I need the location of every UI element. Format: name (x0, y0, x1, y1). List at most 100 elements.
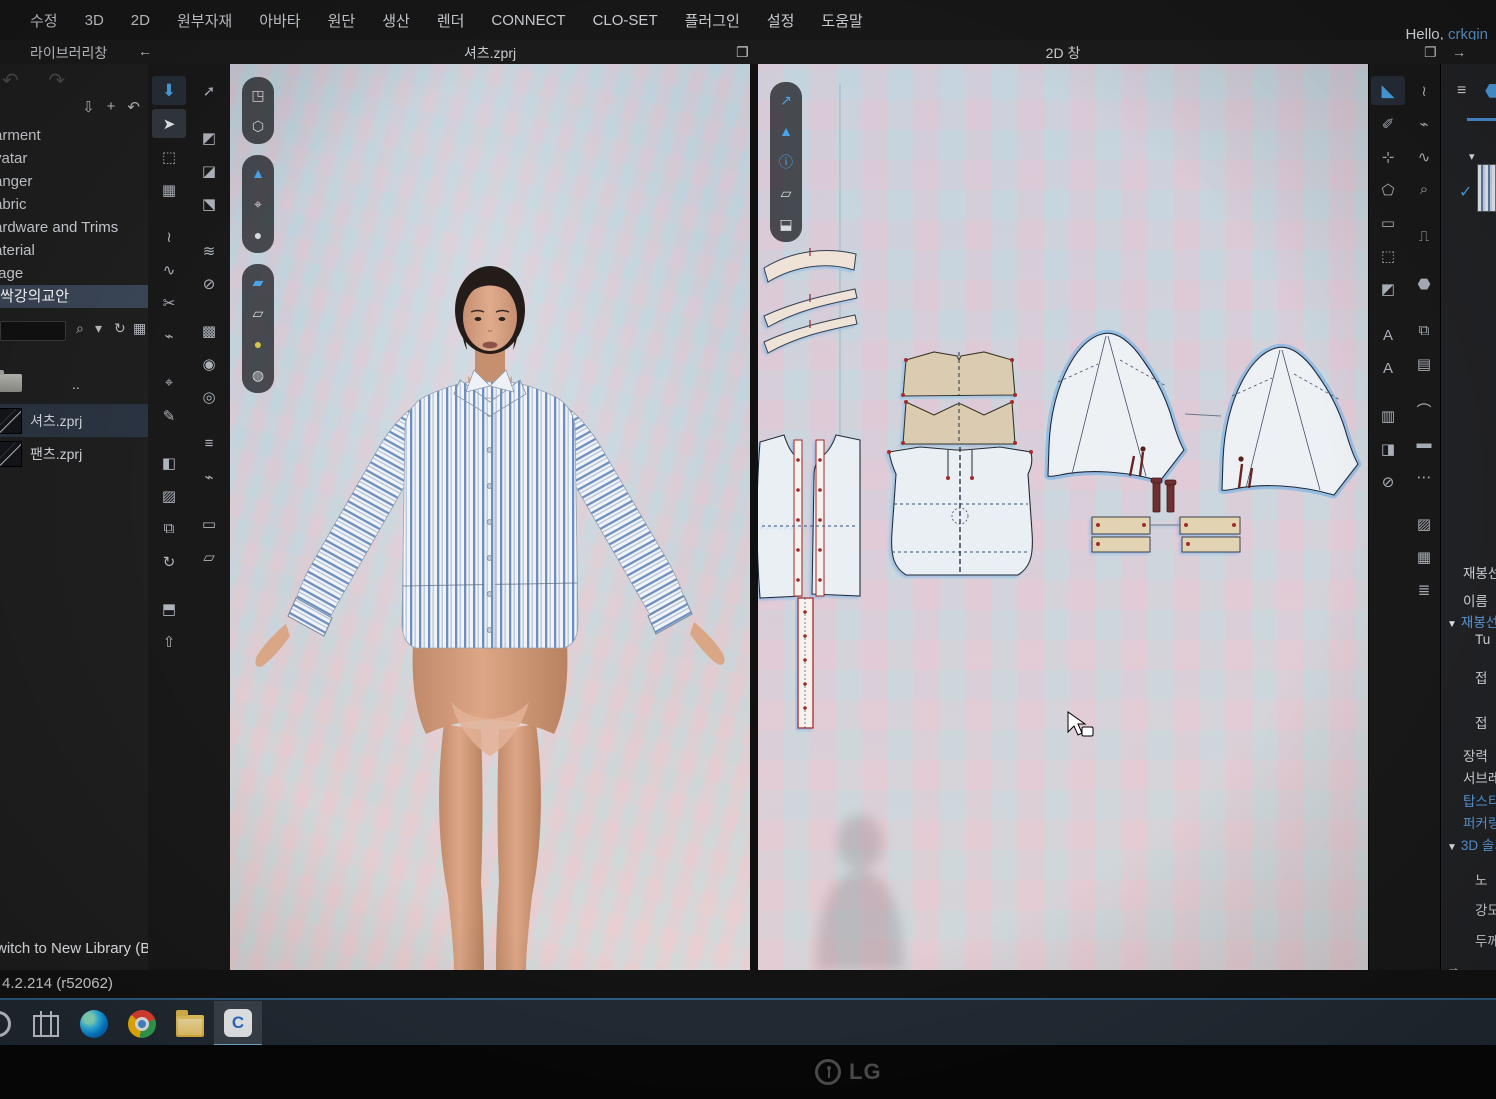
notch-tool[interactable]: ⋯ (1407, 462, 1441, 491)
viewport-divider[interactable] (750, 64, 758, 970)
select-move-tool[interactable]: ➤ (152, 109, 186, 138)
prop-seamline-section[interactable]: ▼재봉선 (1447, 611, 1496, 631)
category-garment[interactable]: arment (0, 124, 148, 147)
free-sewing-tool[interactable]: ∿ (152, 255, 186, 284)
press-tool[interactable]: ⬒ (152, 594, 186, 623)
pattern-yoke-1[interactable] (901, 352, 1017, 397)
text-tool[interactable]: A (1371, 321, 1405, 350)
fabric-swatch-thumbnail[interactable] (1477, 164, 1496, 212)
clone-pattern-tool[interactable]: ⧉ (152, 514, 186, 543)
edge-icon[interactable] (70, 1001, 118, 1046)
fabric-view-icon[interactable]: ▱ (774, 182, 798, 204)
library-window-tab[interactable]: 라이브러리창 (30, 43, 107, 63)
detail-sew-2d-tool[interactable]: ⌕ (1407, 175, 1441, 204)
pattern-canvas[interactable] (758, 64, 1368, 970)
prop-normal[interactable]: 노 (1471, 869, 1487, 889)
menu-edit[interactable]: 수정 (30, 10, 58, 31)
viewport-3d[interactable]: ◳⬡ ▲⌖● ▰▱●◍ (230, 64, 750, 970)
clone-2d-tool[interactable]: ⧉ (1407, 316, 1441, 345)
show-pattern-icon[interactable]: ▲ (774, 120, 798, 142)
hatch-tool[interactable]: ▨ (1407, 509, 1441, 538)
dart-tool[interactable]: ⬚ (1371, 241, 1405, 270)
rectangle-tool[interactable]: ▭ (1371, 208, 1405, 237)
expand-right-panel-icon[interactable]: → (1452, 44, 1466, 60)
prop-fold-strength[interactable]: 접 (1471, 712, 1487, 732)
viewport-2d[interactable]: ↗▲ⓘ▱⬓ (758, 64, 1368, 970)
pattern-front-left[interactable] (758, 435, 802, 598)
menu-production[interactable]: 생산 (382, 10, 410, 31)
library-nav-arrows-icon[interactable]: ↶ ↷ (2, 68, 77, 93)
menu-help[interactable]: 도움말 (821, 10, 862, 31)
taskbar-ring-icon[interactable] (0, 1001, 22, 1046)
garment-tab-icon[interactable]: ⬣ (1485, 80, 1496, 103)
download-icon[interactable]: ⇩ (82, 98, 95, 116)
pattern-placket-strip[interactable] (798, 598, 813, 728)
zipper-edit-tool[interactable]: ⌁ (192, 462, 226, 491)
clo3d-app-icon[interactable]: C (214, 1001, 262, 1046)
search-icon[interactable]: ⌕ (76, 320, 84, 337)
transform-pattern-tool[interactable]: ◣ (1371, 76, 1405, 105)
prop-3d-seam-section[interactable]: ▼3D 솔기 (1447, 834, 1496, 854)
avatar-3d-render[interactable] (230, 64, 750, 970)
pattern-sleeve-plackets[interactable] (1151, 478, 1176, 512)
search-filter-dropdown-icon[interactable]: ▾ (95, 320, 102, 337)
prop-topstitch[interactable]: 탑스티 (1459, 790, 1496, 810)
prop-fold-angle[interactable]: 접 (1471, 667, 1487, 687)
menu-avatar[interactable]: 아바타 (259, 10, 300, 31)
prop-turned[interactable]: Tu (1471, 632, 1490, 647)
category-lecture[interactable]: 싹강의교안 (0, 285, 148, 308)
tuck-tool[interactable]: ⬔ (192, 189, 226, 218)
pattern-back-bodice[interactable] (887, 447, 1033, 575)
file-explorer-icon[interactable] (166, 1001, 214, 1046)
refresh-drape-tool[interactable]: ↻ (152, 547, 186, 576)
topstitch-tool[interactable]: ▭ (192, 509, 226, 538)
prop-puckering[interactable]: 퍼커링 (1459, 812, 1496, 832)
chrome-icon[interactable] (118, 1001, 166, 1046)
menu-fabric[interactable]: 원단 (328, 10, 356, 31)
flatten-tool[interactable]: ◪ (192, 156, 226, 185)
grid-view-icon[interactable]: ▦ (133, 320, 146, 337)
grain-roll-tool[interactable]: ≣ (1407, 575, 1441, 604)
parent-folder-row[interactable]: .. (0, 372, 148, 398)
section-expander-icon[interactable]: ▼ (1447, 842, 1457, 853)
refresh-icon[interactable]: ↻ (114, 320, 126, 337)
menu-plugin[interactable]: 플러그인 (685, 10, 740, 31)
quilting-tool[interactable]: ▨ (152, 481, 186, 510)
menu-settings[interactable]: 설정 (767, 10, 795, 31)
file-shirt[interactable]: 셔츠.zprj (0, 404, 148, 437)
menu-3d[interactable]: 3D (85, 12, 104, 29)
pattern-cuffs[interactable] (1092, 517, 1240, 552)
collapse-library-icon[interactable]: ← (138, 43, 152, 59)
menu-2d[interactable]: 2D (131, 12, 150, 29)
prop-thickness[interactable]: 두께 (1471, 930, 1496, 950)
sculpt-tool[interactable]: ✎ (152, 401, 186, 430)
file-pants[interactable]: 팬츠.zprj (0, 437, 148, 470)
auto-sewing-tool[interactable]: ⌁ (152, 321, 186, 350)
pattern-sleeve-right[interactable] (1222, 347, 1358, 495)
add-point-tool[interactable]: ⊹ (1371, 142, 1405, 171)
buttonhole-tool[interactable]: ◎ (192, 382, 226, 411)
lock-pattern-icon[interactable]: ⬓ (774, 213, 798, 235)
zipper-tool[interactable]: ≡ (192, 429, 226, 458)
prop-tension[interactable]: 장력 (1459, 745, 1488, 765)
fold-tool[interactable]: ◩ (192, 123, 226, 152)
pattern-yoke-2[interactable] (901, 400, 1017, 445)
edit-pattern-tool[interactable]: ✐ (1371, 109, 1405, 138)
button-tool[interactable]: ◉ (192, 349, 226, 378)
info-icon[interactable]: ⓘ (774, 151, 798, 173)
knit-tool[interactable]: ▤ (1407, 349, 1441, 378)
detach-3d-window-icon[interactable]: ❐ (736, 44, 749, 61)
wind-tool[interactable]: ≋ (192, 236, 226, 265)
segment-sew-2d-tool[interactable]: ≀ (1407, 76, 1441, 105)
texture-grid-tool[interactable]: ▩ (192, 316, 226, 345)
swatch-check-icon[interactable]: ✓ (1459, 182, 1472, 202)
seam-allowance-tool[interactable]: ▥ (1371, 401, 1405, 430)
category-avatar[interactable]: vatar (0, 147, 148, 170)
avatar-figure[interactable] (255, 266, 724, 970)
lift-garment-tool[interactable]: ⇧ (152, 627, 186, 656)
shirt-sync-tool[interactable]: ⬣ (1407, 269, 1441, 298)
prop-sublayer[interactable]: 서브레 (1459, 767, 1496, 787)
avatar-walk-tool[interactable]: ➚ (192, 76, 226, 105)
prop-strength[interactable]: 강도 (1471, 899, 1496, 919)
undo-icon[interactable]: ↶ (127, 98, 140, 116)
